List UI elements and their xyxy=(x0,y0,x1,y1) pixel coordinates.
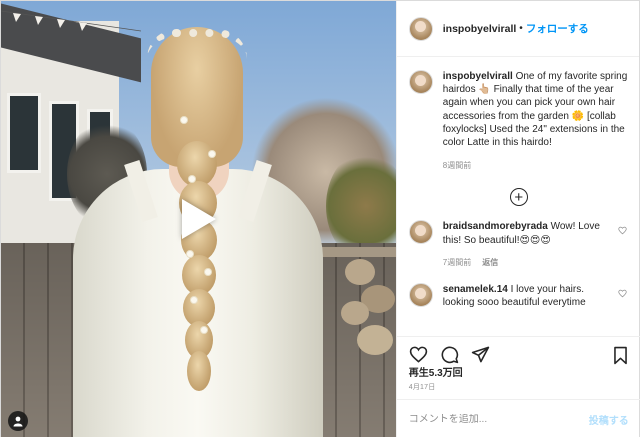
post-side-panel: inspobyelvirall • フォローする inspobyelvirall… xyxy=(395,1,640,437)
plus-circle-icon: + xyxy=(514,188,524,206)
like-comment-heart-icon[interactable] xyxy=(618,226,627,235)
load-more-comments-button[interactable]: + xyxy=(509,188,528,207)
tagged-users-button[interactable] xyxy=(8,411,28,431)
post-video[interactable] xyxy=(1,1,396,437)
flower-wreath xyxy=(147,29,247,59)
comment-button[interactable] xyxy=(440,345,459,364)
comment-username[interactable]: senamelek.14 xyxy=(443,284,508,295)
bookmark-icon xyxy=(613,346,627,365)
share-button[interactable] xyxy=(471,345,490,364)
comment-item: braidsandmorebyrada Wow! Love this! So b… xyxy=(397,220,640,269)
comment-timestamp[interactable]: 7週間前 xyxy=(443,256,471,269)
user-icon xyxy=(13,416,23,427)
follow-button[interactable]: フォローする xyxy=(526,21,589,36)
like-comment-heart-icon[interactable] xyxy=(618,289,627,298)
avatar[interactable] xyxy=(408,70,433,94)
instagram-post: inspobyelvirall • フォローする inspobyelvirall… xyxy=(0,0,640,437)
hair-flower xyxy=(181,117,187,123)
comment-icon xyxy=(441,346,458,364)
share-icon xyxy=(471,346,489,363)
avatar[interactable] xyxy=(408,283,433,308)
view-count[interactable]: 再生5.3万回 xyxy=(409,364,463,379)
stone xyxy=(345,259,375,285)
separator-dot: • xyxy=(519,23,523,34)
bunting-flags xyxy=(1,10,141,32)
add-comment-input[interactable] xyxy=(408,413,589,425)
play-button[interactable] xyxy=(170,191,226,247)
like-button[interactable] xyxy=(409,345,428,364)
post-date[interactable]: 4月17日 xyxy=(409,382,436,392)
reply-button[interactable]: 返信 xyxy=(482,256,498,269)
stone xyxy=(341,301,369,325)
author-username[interactable]: inspobyelvirall xyxy=(443,23,517,35)
play-icon xyxy=(182,199,216,239)
post-header: inspobyelvirall • フォローする xyxy=(396,1,639,57)
caption-username[interactable]: inspobyelvirall xyxy=(443,71,513,82)
heart-icon xyxy=(409,346,427,363)
caption: inspobyelvirall One of my favorite sprin… xyxy=(397,58,640,172)
comments-list[interactable]: inspobyelvirall One of my favorite sprin… xyxy=(397,58,640,334)
add-comment-section: 投稿する xyxy=(396,399,640,437)
caption-timestamp[interactable]: 8週間前 xyxy=(443,159,629,172)
stone xyxy=(357,325,393,355)
save-button[interactable] xyxy=(612,346,629,368)
avatar[interactable] xyxy=(408,16,433,41)
post-comment-button[interactable]: 投稿する xyxy=(589,412,629,427)
caption-text: One of my favorite spring hairdos 👆🏼 Fin… xyxy=(442,71,628,149)
avatar[interactable] xyxy=(408,220,433,245)
comment-item: senamelek.14 I love your hairs. looking … xyxy=(397,283,640,309)
comment-username[interactable]: braidsandmorebyrada xyxy=(443,221,548,232)
